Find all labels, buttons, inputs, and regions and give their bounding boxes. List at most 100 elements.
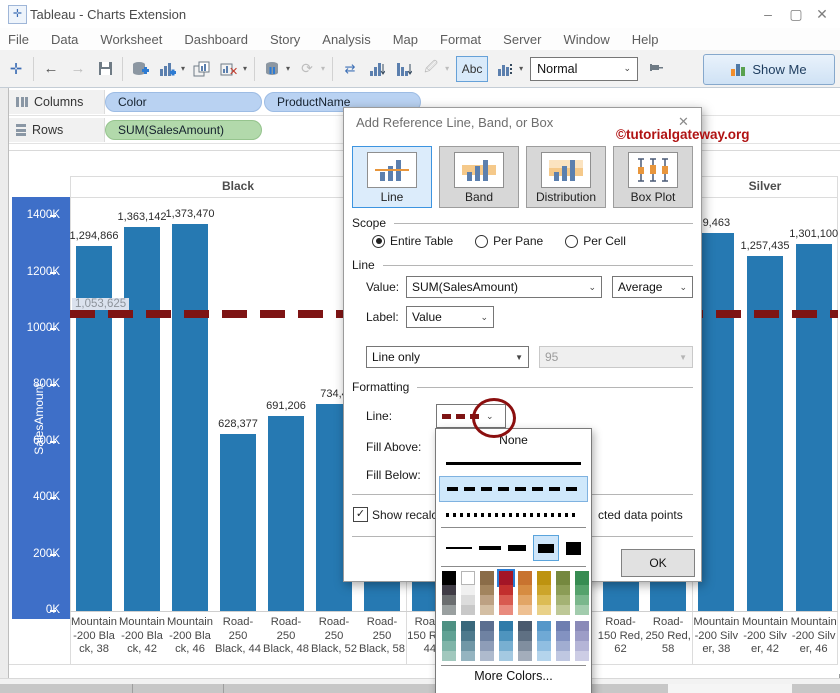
palette-swatch[interactable] [461,621,475,631]
pause-auto-updates-icon[interactable] [262,58,282,80]
refresh-caret-icon[interactable]: ▾ [321,64,325,73]
bar[interactable] [124,227,160,611]
palette-swatch[interactable] [575,631,589,641]
group-members-icon[interactable]: 🖉 [421,58,441,80]
palette-swatch[interactable] [499,641,513,651]
palette-swatch[interactable] [499,595,513,605]
palette-swatch[interactable] [442,585,456,595]
palette-swatch[interactable] [499,585,513,595]
menu-format[interactable]: Format [440,32,481,47]
pill-sum-salesamount[interactable]: SUM(SalesAmount) [105,120,262,140]
palette-swatch[interactable] [518,621,532,631]
palette-swatch[interactable] [556,595,570,605]
palette-swatch[interactable] [556,585,570,595]
palette-swatch[interactable] [442,621,456,631]
palette-swatch[interactable] [480,641,494,651]
radio-per-cell[interactable]: Per Cell [565,234,626,248]
palette-swatch[interactable] [518,605,532,615]
palette-swatch[interactable] [480,621,494,631]
close-button[interactable]: ✕ [812,6,832,23]
bar[interactable] [796,244,832,611]
thickness-option-3-selected[interactable] [533,535,559,561]
palette-swatch[interactable] [537,641,551,651]
menu-dashboard[interactable]: Dashboard [184,32,248,47]
palette-swatch[interactable] [556,605,570,615]
new-worksheet-caret-icon[interactable]: ▾ [181,64,185,73]
type-button-box-plot[interactable]: Box Plot [613,146,693,208]
palette-swatch[interactable] [537,651,551,661]
thickness-option-2[interactable] [508,545,526,551]
more-colors-item[interactable]: More Colors... [436,669,591,683]
minimize-button[interactable]: – [758,6,778,22]
palette-swatch[interactable] [518,595,532,605]
menu-worksheet[interactable]: Worksheet [100,32,162,47]
palette-swatch[interactable] [499,605,513,615]
refresh-icon[interactable]: ⟳ [297,58,317,80]
line-only-select[interactable]: Line only▼ [366,346,529,368]
type-button-band[interactable]: Band [439,146,519,208]
palette-swatch[interactable] [575,621,589,631]
fit-axes-caret-icon[interactable]: ▾ [519,64,523,73]
palette-swatch[interactable] [442,595,456,605]
palette-swatch[interactable] [575,585,589,595]
palette-swatch[interactable] [537,595,551,605]
show-recalc-checkbox[interactable]: ✓ [353,507,368,522]
palette-swatch[interactable] [442,571,456,585]
palette-swatch[interactable] [480,595,494,605]
view-mode-select[interactable]: Normal ⌄ [530,57,638,81]
palette-swatch[interactable] [575,605,589,615]
palette-swatch[interactable] [537,585,551,595]
palette-swatch[interactable] [575,641,589,651]
palette-swatch[interactable] [575,651,589,661]
horizontal-scrollbar[interactable] [0,684,840,693]
menu-data[interactable]: Data [51,32,78,47]
bar[interactable] [172,224,208,611]
palette-swatch[interactable] [461,595,475,605]
palette-swatch[interactable] [575,595,589,605]
new-data-source-icon[interactable] [130,58,150,80]
palette-swatch[interactable] [461,605,475,615]
group-members-caret-icon[interactable]: ▾ [445,64,449,73]
palette-swatch[interactable] [556,651,570,661]
palette-swatch[interactable] [499,651,513,661]
thickness-option-0[interactable] [446,547,472,549]
swap-rows-columns-icon[interactable]: ⇄ [340,58,360,80]
undo-icon[interactable]: ← [41,58,61,80]
palette-swatch[interactable] [575,571,589,585]
palette-swatch[interactable] [480,605,494,615]
menu-window[interactable]: Window [563,32,609,47]
redo-icon[interactable]: → [68,58,88,80]
menu-story[interactable]: Story [270,32,300,47]
type-button-line[interactable]: Line [352,146,432,208]
radio-entire-table[interactable]: Entire Table [372,234,453,248]
palette-swatch[interactable] [518,641,532,651]
palette-swatch[interactable] [499,631,513,641]
palette-swatch[interactable] [556,621,570,631]
aggregation-select[interactable]: Average⌄ [612,276,693,298]
palette-swatch[interactable] [556,631,570,641]
palette-swatch[interactable] [461,585,475,595]
palette-swatch[interactable] [461,571,475,585]
duplicate-sheet-icon[interactable] [192,58,212,80]
show-mark-labels-button[interactable]: Abc [456,56,488,82]
save-icon[interactable] [95,58,115,80]
palette-swatch[interactable] [480,571,494,585]
style-option-none[interactable]: None [436,433,591,447]
menu-map[interactable]: Map [393,32,418,47]
palette-swatch[interactable] [499,571,513,585]
palette-swatch[interactable] [537,605,551,615]
pause-auto-updates-caret-icon[interactable]: ▾ [286,64,290,73]
palette-swatch[interactable] [518,631,532,641]
style-option-solid[interactable] [446,462,581,465]
value-select[interactable]: SUM(SalesAmount)⌄ [406,276,602,298]
palette-swatch[interactable] [442,651,456,661]
bar[interactable] [268,416,304,611]
radio-per-pane[interactable]: Per Pane [475,234,543,248]
palette-swatch[interactable] [518,571,532,585]
bar[interactable] [698,233,734,611]
ok-button[interactable]: OK [621,549,695,577]
tableau-home-icon[interactable]: ✛ [6,58,26,80]
palette-swatch[interactable] [537,631,551,641]
menu-server[interactable]: Server [503,32,541,47]
thickness-option-4[interactable] [566,542,581,555]
